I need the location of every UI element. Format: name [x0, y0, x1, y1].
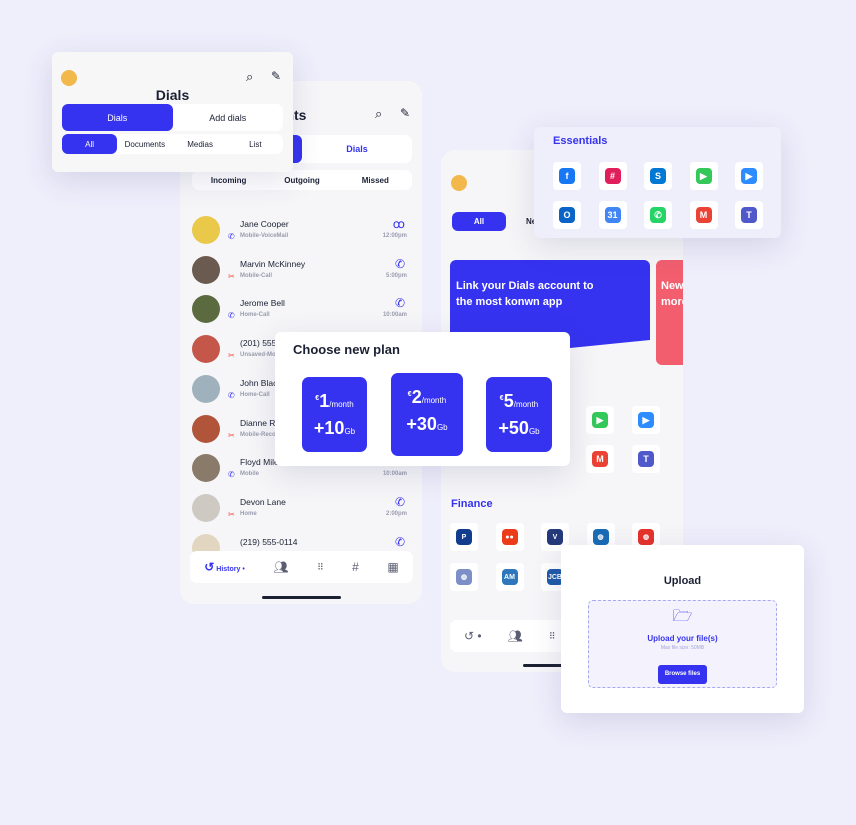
gmail-icon[interactable]: M	[689, 201, 718, 229]
voicemail-icon[interactable]: ꝏ	[393, 217, 405, 231]
teams-icon[interactable]: T	[632, 445, 660, 473]
dials-filters: All Documents Medias List	[62, 134, 283, 154]
bottom-nav: ↺ History • 👥︎ ⠿ # ▦	[190, 551, 413, 583]
edit-icon[interactable]: ✎	[271, 69, 281, 83]
history-tab[interactable]: ↺ History •	[204, 560, 245, 574]
avatar	[192, 255, 220, 284]
contacts-icon[interactable]: 👥︎	[508, 629, 523, 643]
history-icon: ↺	[204, 560, 215, 574]
tab-add-dials[interactable]: Add dials	[173, 113, 284, 123]
call-filters: Incoming Outgoing Missed	[192, 170, 412, 190]
browse-files-button[interactable]: Browse files	[658, 665, 707, 684]
keypad-icon[interactable]: ⠿	[549, 631, 556, 642]
skype-icon[interactable]: S	[644, 162, 672, 190]
facetime-icon[interactable]: ▶	[586, 406, 614, 434]
phone-icon[interactable]: ✆	[395, 257, 405, 271]
finance-heading: Finance	[451, 498, 493, 510]
avatar	[192, 454, 220, 483]
history-icon[interactable]: ↺ •	[464, 629, 482, 643]
filter-missed[interactable]: Missed	[339, 176, 412, 185]
mastercard-icon[interactable]: ●●	[495, 523, 524, 551]
filter-all[interactable]: All	[452, 212, 506, 231]
page-title: Dials	[155, 87, 190, 103]
avatar	[192, 295, 220, 324]
call-row[interactable]: Devon Lane ✂ Home ✆ 2:00pm	[192, 493, 407, 523]
plan-option[interactable]: €5/month +50Gb	[486, 377, 552, 452]
upload-title: Upload	[663, 575, 702, 587]
home-indicator	[262, 596, 341, 599]
upload-card: Upload 🗁︎ Upload your file(s) Max file s…	[561, 545, 804, 713]
grid-icon[interactable]: ▦	[387, 560, 398, 574]
avatar	[192, 414, 220, 443]
search-icon[interactable]: ⌕	[246, 69, 253, 85]
slack-icon[interactable]: #	[598, 162, 627, 190]
facebook-icon[interactable]: f	[553, 162, 581, 190]
promo-banner[interactable]: New more	[656, 260, 683, 365]
call-in-icon: ✆	[228, 311, 235, 321]
amex-icon[interactable]: AM	[495, 563, 524, 591]
keypad-icon[interactable]: ⠿	[317, 562, 324, 573]
whatsapp-icon[interactable]: ✆	[644, 201, 672, 229]
essentials-card: Essentials f # S ▶ ▶ O 31 ✆ M T	[534, 127, 781, 238]
filter-incoming[interactable]: Incoming	[192, 176, 265, 185]
teams-icon[interactable]: T	[735, 201, 763, 229]
gmail-icon[interactable]: M	[586, 445, 614, 473]
hash-icon[interactable]: #	[352, 560, 359, 574]
essentials-heading: Essentials	[553, 135, 608, 147]
plan-option[interactable]: €2/month +30Gb	[391, 373, 463, 456]
plan-card: Choose new plan €1/month +10Gb €2/month …	[275, 332, 570, 466]
filter-all[interactable]: All	[62, 134, 118, 154]
facetime-icon[interactable]: ▶	[689, 162, 718, 190]
plan-title: Choose new plan	[293, 342, 400, 357]
call-in-icon: ✆	[228, 470, 235, 480]
call-row[interactable]: Jane Cooper ✆ Mobile-VoiceMail ꝏ 12:00pm	[192, 216, 407, 245]
zoom-icon[interactable]: ▶	[735, 162, 763, 190]
contacts-icon[interactable]: 👥︎	[273, 560, 288, 574]
missed-call-icon: ✂	[228, 271, 235, 281]
phone-icon[interactable]: ✆	[395, 296, 405, 310]
avatar	[192, 216, 220, 244]
dials-card: ⌕ ✎ Dials Dials Add dials All Documents …	[52, 52, 293, 172]
drop-zone[interactable]: 🗁︎ Upload your file(s) Max file size: 50…	[588, 600, 777, 688]
filter-outgoing[interactable]: Outgoing	[265, 176, 338, 185]
paypal-icon[interactable]: P	[450, 523, 478, 551]
avatar[interactable]	[451, 175, 467, 191]
call-in-icon: ✆	[228, 390, 235, 400]
avatar[interactable]	[61, 70, 77, 86]
filter-list[interactable]: List	[228, 140, 283, 149]
edit-icon[interactable]: ✎	[400, 106, 410, 120]
missed-call-icon: ✂	[228, 351, 235, 361]
avatar	[192, 374, 220, 403]
phone-icon[interactable]: ✆	[395, 495, 405, 509]
filter-documents[interactable]: Documents	[117, 140, 172, 149]
plan-option[interactable]: €1/month +10Gb	[302, 377, 367, 452]
call-row[interactable]: Jerome Bell ✆ Home-Call ✆ 10:00am	[192, 295, 407, 324]
globe-icon[interactable]: ◍	[450, 563, 478, 591]
call-row[interactable]: Floyd Miles ✆ Mobile 10:00am	[192, 454, 407, 483]
zoom-icon[interactable]: ▶	[632, 406, 660, 434]
avatar	[192, 335, 220, 364]
missed-call-icon: ✂	[228, 509, 235, 519]
avatar	[192, 493, 220, 522]
dials-tabs: Dials Add dials	[62, 104, 283, 131]
outlook-icon[interactable]: O	[553, 201, 581, 229]
call-in-icon: ✆	[228, 232, 235, 241]
tab-dials[interactable]: Dials	[302, 144, 412, 154]
missed-call-icon: ✂	[228, 430, 235, 440]
filter-medias[interactable]: Medias	[173, 140, 228, 149]
search-icon[interactable]: ⌕	[375, 106, 382, 122]
folder-icon: 🗁︎	[672, 608, 693, 625]
call-row[interactable]: Marvin McKinney ✂ Mobile-Call ✆ 5:00pm	[192, 255, 407, 285]
tab-dials[interactable]: Dials	[62, 104, 173, 131]
phone-icon[interactable]: ✆	[395, 535, 405, 549]
google-calendar-icon[interactable]: 31	[598, 201, 627, 229]
